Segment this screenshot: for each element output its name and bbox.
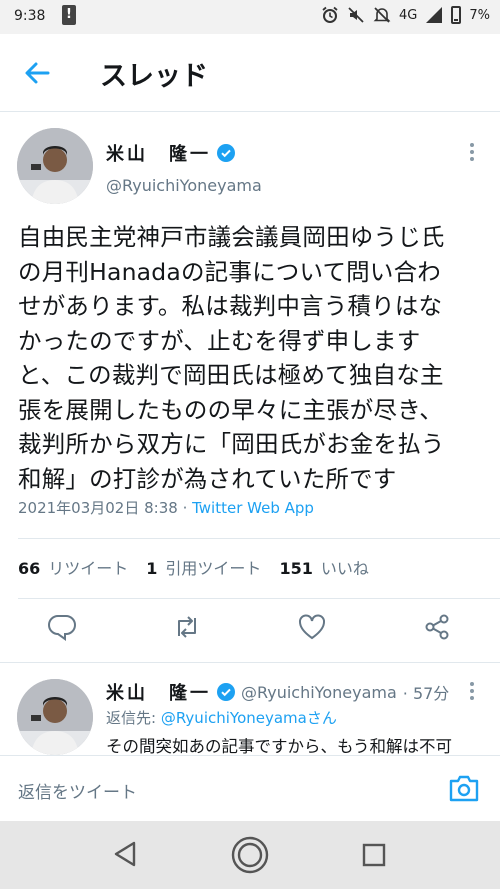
- main-tweet: 米山 隆一 @RyuichiYoneyama 自由民主党神戸市議会議員岡田ゆうじ…: [0, 112, 500, 663]
- divider: [18, 538, 500, 539]
- more-options-icon[interactable]: [469, 140, 475, 164]
- engagement-counts: 66 リツイート 1 引用ツイート 151 いいね: [18, 555, 369, 579]
- battery-icon: [451, 6, 462, 24]
- nav-home-icon[interactable]: [230, 835, 270, 875]
- verified-badge-icon: [217, 683, 235, 701]
- likes-count: 151: [279, 559, 313, 578]
- reply-composer: 返信をツイート: [0, 755, 500, 821]
- tweet-text-line: と、この裁判で岡田氏は極めて独自な主: [18, 361, 444, 389]
- retweets-label: リツイート: [48, 559, 129, 578]
- reply-input[interactable]: 返信をツイート: [18, 778, 137, 803]
- reply-to-prefix: 返信先:: [106, 709, 161, 727]
- via-link[interactable]: Twitter Web App: [192, 499, 314, 517]
- quotes-label: 引用ツイート: [165, 559, 262, 578]
- status-time: 9:38: [14, 8, 46, 24]
- avatar[interactable]: [17, 679, 93, 755]
- retweets-count: 66: [18, 559, 41, 578]
- signal-icon: [426, 7, 443, 23]
- retweets-count-link[interactable]: 66 リツイート: [18, 555, 128, 579]
- tweet-text-line: 自由民主党神戸市議会議員岡田ゆうじ氏: [18, 223, 445, 251]
- reply-text: その間突如あの記事ですから、もう和解は不可: [106, 737, 453, 755]
- nav-recents-icon[interactable]: [362, 843, 386, 867]
- more-options-icon[interactable]: [469, 679, 475, 703]
- tweet-text-line: かったのですが、止むを得ず申します: [18, 326, 421, 355]
- camera-icon[interactable]: [448, 773, 480, 803]
- reply-to-handle[interactable]: @RyuichiYoneyama: [161, 709, 307, 727]
- retweet-icon[interactable]: [172, 612, 202, 642]
- quotes-count: 1: [146, 559, 158, 578]
- tweet-meta: 2021年03月02日 8:38 · Twitter Web App: [18, 497, 314, 518]
- reply-author-name[interactable]: 米山 隆一: [106, 679, 211, 705]
- share-icon[interactable]: [422, 612, 452, 642]
- timestamp[interactable]: 2021年03月02日 8:38 ·: [18, 499, 192, 517]
- author-handle[interactable]: @RyuichiYoneyama: [106, 176, 262, 195]
- reply-to-suffix: さん: [306, 709, 337, 727]
- network-type: 4G: [399, 7, 418, 23]
- mute-icon: [348, 7, 364, 23]
- likes-count-link[interactable]: 151 いいね: [279, 555, 368, 579]
- divider: [18, 598, 500, 599]
- reply-time: · 57分: [402, 684, 450, 703]
- tweet-text-line: の月刊Hanadaの記事について問い合わ: [18, 257, 441, 286]
- reply-author-handle[interactable]: @RyuichiYoneyama: [241, 683, 397, 702]
- page-title: スレッド: [100, 61, 208, 92]
- like-icon[interactable]: [297, 612, 327, 642]
- reply-to: 返信先: @RyuichiYoneyamaさん: [106, 707, 337, 728]
- tweet-text-line: 張を展開したものの早々に主張が尽き、: [18, 395, 443, 424]
- tweet-text-line: 裁判所から双方に「岡田氏がお金を払う: [18, 430, 445, 458]
- tweet-text-line: せがあります。私は裁判中言う積りはな: [18, 292, 443, 320]
- avatar[interactable]: [17, 128, 93, 204]
- status-bar: 9:38 ! 4G 7%: [0, 0, 500, 34]
- app-bar: スレッド: [0, 34, 500, 112]
- alert-icon: !: [62, 5, 76, 25]
- alarm-icon: [322, 6, 338, 23]
- verified-badge-icon: [217, 144, 235, 162]
- notifications-off-icon: [373, 7, 391, 23]
- reply-tweet[interactable]: 米山 隆一 @RyuichiYoneyama · 57分 返信先: @Ryuic…: [0, 663, 500, 755]
- reply-icon[interactable]: [47, 612, 77, 642]
- tweet-text-line: 和解」の打診が為されていた所です: [18, 464, 397, 493]
- author-name[interactable]: 米山 隆一: [106, 140, 211, 166]
- system-nav-bar: [0, 821, 500, 889]
- battery-percent: 7%: [469, 7, 490, 23]
- arrow-left-icon[interactable]: [22, 58, 52, 88]
- tweet-text: 自由民主党神戸市議会議員岡田ゆうじ氏 の月刊Hanadaの記事について問い合わ …: [18, 220, 488, 496]
- quotes-count-link[interactable]: 1 引用ツイート: [146, 555, 261, 579]
- nav-back-icon[interactable]: [112, 839, 138, 869]
- likes-label: いいね: [320, 559, 369, 578]
- tweet-actions: [0, 612, 500, 648]
